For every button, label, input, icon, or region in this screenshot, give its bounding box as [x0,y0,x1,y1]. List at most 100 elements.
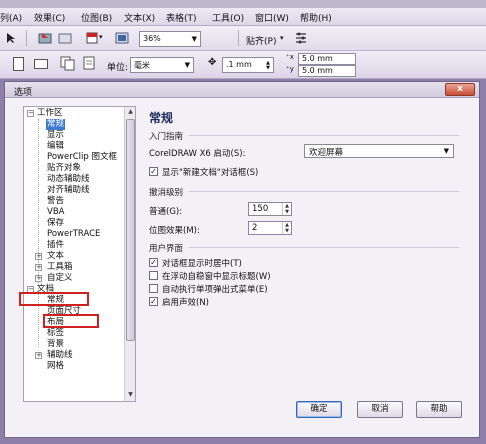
bitmap-undo-field[interactable]: 2 ▲ ▼ [248,221,292,235]
enable-sounds-label: 启用声效(N) [162,298,209,308]
normal-undo-value: 150 [252,204,269,214]
snap-to-menu[interactable]: 贴齐(P) [246,34,276,47]
section-getting-started: 入门指南 [149,130,459,142]
chevron-down-icon: ▼ [443,147,449,155]
expand-icon[interactable]: + [35,253,42,260]
menu-tools[interactable]: 工具(O) [212,11,244,24]
menu-text[interactable]: 文本(X) [124,11,155,24]
tree-item-general[interactable]: 常规 [46,119,66,130]
import-icon[interactable] [38,32,52,44]
startup-value: 欢迎屏幕 [309,148,344,158]
center-dialogs-checkbox[interactable]: ✓ [149,258,158,267]
spinner-icon[interactable]: ▲ ▼ [282,222,291,234]
duplicate-distance-y-field[interactable]: 5.0 mm [298,65,356,77]
startup-select[interactable]: 欢迎屏幕 ▼ [304,144,454,158]
startup-label: CorelDRAW X6 启动(S): [149,149,246,159]
ok-button[interactable]: 确定 [296,401,342,418]
tree-item-display[interactable]: 显示 [47,130,64,141]
expand-icon[interactable]: + [35,264,42,271]
tree-item-grid[interactable]: 网格 [47,361,64,372]
nudge-icon: ✥ [208,57,217,68]
tree-item-background[interactable]: 背景 [47,339,64,350]
tree-item-edit[interactable]: 编辑 [47,141,64,152]
zoom-level-value: 36% [143,34,161,43]
enable-sounds-checkbox[interactable]: ✓ [149,297,158,306]
menu-arrange[interactable]: 列(A) [0,11,22,24]
tree-item-toolbox[interactable]: 工具箱 [47,262,73,273]
units-label: 单位: [107,63,129,73]
tree-item-vba[interactable]: VBA [47,207,64,218]
bitmap-undo-label: 位图效果(M): [149,226,200,236]
tree-item-save[interactable]: 保存 [47,218,64,229]
dialog-title: 选项 [14,88,33,98]
options-tree: − 工作区 常规 显示 编辑 PowerClip 图文框 贴齐对象 动态辅助线 … [23,106,136,402]
tree-item-powerclip[interactable]: PowerClip 图文框 [47,152,117,163]
units-value: 毫米 [134,61,150,70]
scroll-up-icon[interactable]: ▲ [126,108,135,117]
tree-item-dynamic-guides[interactable]: 动态辅助线 [47,174,90,185]
bitmap-undo-value: 2 [252,223,258,233]
show-titles-label: 在浮动自稳窗中显示标题(W) [162,272,271,282]
spinner-icon[interactable]: ▲ ▼ [282,203,291,215]
options-dialog: 选项 x − 工作区 常规 显示 编辑 PowerClip 图文框 贴齐对象 动… [4,81,480,438]
auto-popup-label: 自动执行单项弹出式菜单(E) [162,285,268,295]
panel-title: 常规 [149,111,174,125]
tree-item-snap-objects[interactable]: 贴齐对象 [47,163,81,174]
scroll-down-icon[interactable]: ▼ [126,391,135,400]
tree-item-plugins[interactable]: 插件 [47,240,64,251]
dialog-title-bar: 选项 x [5,82,479,98]
scrollbar-thumb[interactable] [126,119,135,341]
show-titles-checkbox[interactable] [149,271,158,280]
property-bar: 单位: 毫米 ▼ ✥ .1 mm ▲ ▼ ⁺x 5.0 mm ⁺y 5.0 mm [0,51,486,79]
cancel-button[interactable]: 取消 [357,401,403,418]
center-dialogs-label: 对话框显示时居中(T) [162,259,242,269]
menu-help[interactable]: 帮助(H) [300,11,332,24]
spinner-icon[interactable]: ▲ ▼ [266,61,270,71]
normal-undo-label: 普通(G): [149,207,183,217]
tree-item-label[interactable]: 标签 [47,328,64,339]
highlight-box-page-size [43,314,99,328]
zoom-level-select[interactable]: 36% ▼ [139,31,201,47]
help-button[interactable]: 帮助 [416,401,462,418]
tree-item-guidelines[interactable]: 辅助线 [47,350,73,361]
landscape-icon[interactable] [34,59,48,69]
tree-item-warnings[interactable]: 警告 [47,196,64,207]
tree-item-text[interactable]: 文本 [47,251,64,262]
duplicate-y-value: 5.0 mm [302,66,333,75]
expand-icon[interactable]: + [35,352,42,359]
auto-popup-checkbox[interactable] [149,284,158,293]
highlight-box-document [19,292,89,306]
tree-item-alignment-guides[interactable]: 对齐辅助线 [47,185,90,196]
show-new-doc-checkbox[interactable]: ✓ [149,167,158,176]
nudge-distance-field[interactable]: .1 mm ▲ ▼ [222,57,274,73]
export-icon[interactable] [58,32,72,44]
duplicate-x-value: 5.0 mm [302,54,333,63]
current-page-icon[interactable] [82,56,97,71]
pick-tool-icon[interactable] [4,32,18,44]
options-icon[interactable] [294,32,308,44]
chevron-down-icon: ▼ [191,35,197,43]
menu-window[interactable]: 窗口(W) [255,11,289,24]
tree-item-powertrace[interactable]: PowerTRACE [47,229,100,240]
close-button[interactable]: x [445,83,475,96]
normal-undo-field[interactable]: 150 ▲ ▼ [248,202,292,216]
collapse-icon[interactable]: − [27,110,34,117]
expand-icon[interactable]: + [35,275,42,282]
tree-scrollbar[interactable]: ▲ ▼ [124,107,135,401]
menu-bitmaps[interactable]: 位图(B) [81,11,112,24]
duplicate-distance-x-field[interactable]: 5.0 mm [298,53,356,65]
standard-toolbar: ▾ 36% ▼ 贴齐(P) ▾ [0,26,486,51]
nudge-distance-value: .1 mm [226,60,252,69]
all-pages-icon[interactable] [60,56,75,71]
publish-pdf-icon[interactable] [85,32,99,44]
chevron-down-icon: ▼ [184,61,190,69]
show-new-doc-label: 显示"新建文档"对话框(S) [162,168,259,178]
section-user-interface: 用户界面 [149,242,459,254]
tree-item-workspace[interactable]: 工作区 [37,108,63,119]
units-select[interactable]: 毫米 ▼ [130,57,194,73]
menu-effects[interactable]: 效果(C) [34,11,65,24]
application-launcher-icon[interactable] [115,32,129,44]
portrait-icon[interactable] [13,57,24,71]
menu-table[interactable]: 表格(T) [166,11,197,24]
tree-item-customize[interactable]: 自定义 [47,273,73,284]
